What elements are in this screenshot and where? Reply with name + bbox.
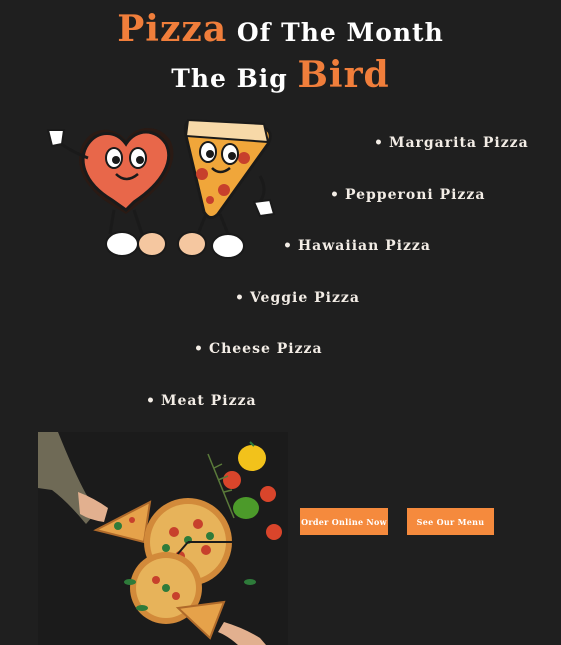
title-text-month: Of The Month	[236, 18, 444, 47]
menu-item-cheese: • Cheese Pizza	[194, 341, 323, 357]
menu-item-margarita: • Margarita Pizza	[374, 135, 529, 151]
subtitle-text-big: The Big	[171, 64, 288, 93]
pizza-slice-character-icon	[177, 118, 276, 259]
menu-item-veggie: • Veggie Pizza	[235, 290, 360, 306]
menu-item-label: Pepperoni Pizza	[344, 187, 486, 203]
heart-pizza-mascot-illustration	[46, 118, 276, 259]
heart-character-icon	[46, 128, 174, 257]
order-online-button[interactable]: Order Online Now	[300, 508, 388, 535]
see-menu-button[interactable]: See Our Menu	[407, 508, 494, 535]
title-accent-pizza: Pizza	[117, 8, 228, 50]
menu-item-meat: • Meat Pizza	[146, 393, 257, 409]
menu-item-hawaiian: • Hawaiian Pizza	[283, 238, 431, 254]
menu-item-label: Cheese Pizza	[208, 341, 323, 357]
page-subtitle: The Big Bird	[0, 54, 561, 96]
menu-item-label: Margarita Pizza	[388, 135, 529, 151]
subtitle-accent-bird: Bird	[297, 54, 390, 96]
menu-item-label: Hawaiian Pizza	[297, 238, 431, 254]
menu-item-label: Veggie Pizza	[249, 290, 360, 306]
menu-item-pepperoni: • Pepperoni Pizza	[330, 187, 486, 203]
page-title: Pizza Of The Month	[0, 8, 561, 50]
menu-item-label: Meat Pizza	[160, 393, 257, 409]
pizza-photo-image	[38, 432, 288, 645]
page: Pizza Of The Month The Big Bird • Margar…	[0, 0, 561, 645]
